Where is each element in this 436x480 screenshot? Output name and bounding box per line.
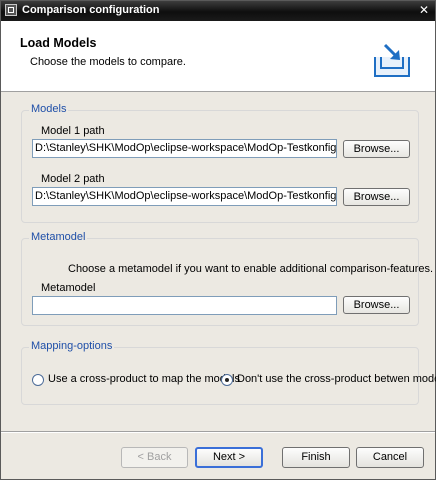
cross-product-radio[interactable]: Use a cross-product to map the models [32, 373, 240, 388]
cross-product-radio-label: Use a cross-product to map the models [48, 373, 240, 385]
metamodel-browse-button[interactable]: Browse... [343, 296, 410, 314]
close-icon[interactable]: ✕ [417, 4, 431, 17]
footer-divider [1, 431, 435, 433]
title-bar[interactable]: Comparison configuration ✕ [1, 1, 435, 21]
no-cross-product-radio[interactable]: Don't use the cross-product betwen model… [221, 373, 436, 388]
app-window-icon[interactable] [5, 4, 17, 16]
next-button[interactable]: Next > [195, 447, 263, 468]
model1-label: Model 1 path [41, 125, 105, 137]
page-description: Choose the models to compare. [30, 56, 186, 68]
back-button[interactable]: < Back [121, 447, 188, 468]
metamodel-legend: Metamodel [29, 231, 88, 243]
no-cross-product-radio-circle[interactable] [221, 374, 233, 386]
model1-path-input[interactable]: D:\Stanley\SHK\ModOp\eclipse-workspace\M… [32, 139, 337, 158]
cross-product-radio-circle[interactable] [32, 374, 44, 386]
models-legend: Models [29, 103, 69, 115]
import-tray-icon [374, 43, 410, 77]
metamodel-path-input[interactable] [32, 296, 337, 315]
page-title: Load Models [20, 36, 97, 50]
no-cross-product-radio-label: Don't use the cross-product betwen model… [237, 373, 436, 385]
metamodel-hint: Choose a metamodel if you want to enable… [68, 263, 434, 275]
metamodel-label: Metamodel [41, 282, 96, 294]
cancel-button[interactable]: Cancel [356, 447, 424, 468]
mapping-options-legend: Mapping-options [29, 340, 115, 352]
comparison-dialog: Comparison configuration ✕ Load Models C… [0, 0, 436, 480]
window-title: Comparison configuration [22, 4, 160, 16]
wizard-header: Load Models Choose the models to compare… [1, 21, 435, 92]
model2-path-input[interactable]: D:\Stanley\SHK\ModOp\eclipse-workspace\M… [32, 187, 337, 206]
finish-button[interactable]: Finish [282, 447, 350, 468]
model2-browse-button[interactable]: Browse... [343, 188, 410, 206]
model2-label: Model 2 path [41, 173, 105, 185]
model1-browse-button[interactable]: Browse... [343, 140, 410, 158]
